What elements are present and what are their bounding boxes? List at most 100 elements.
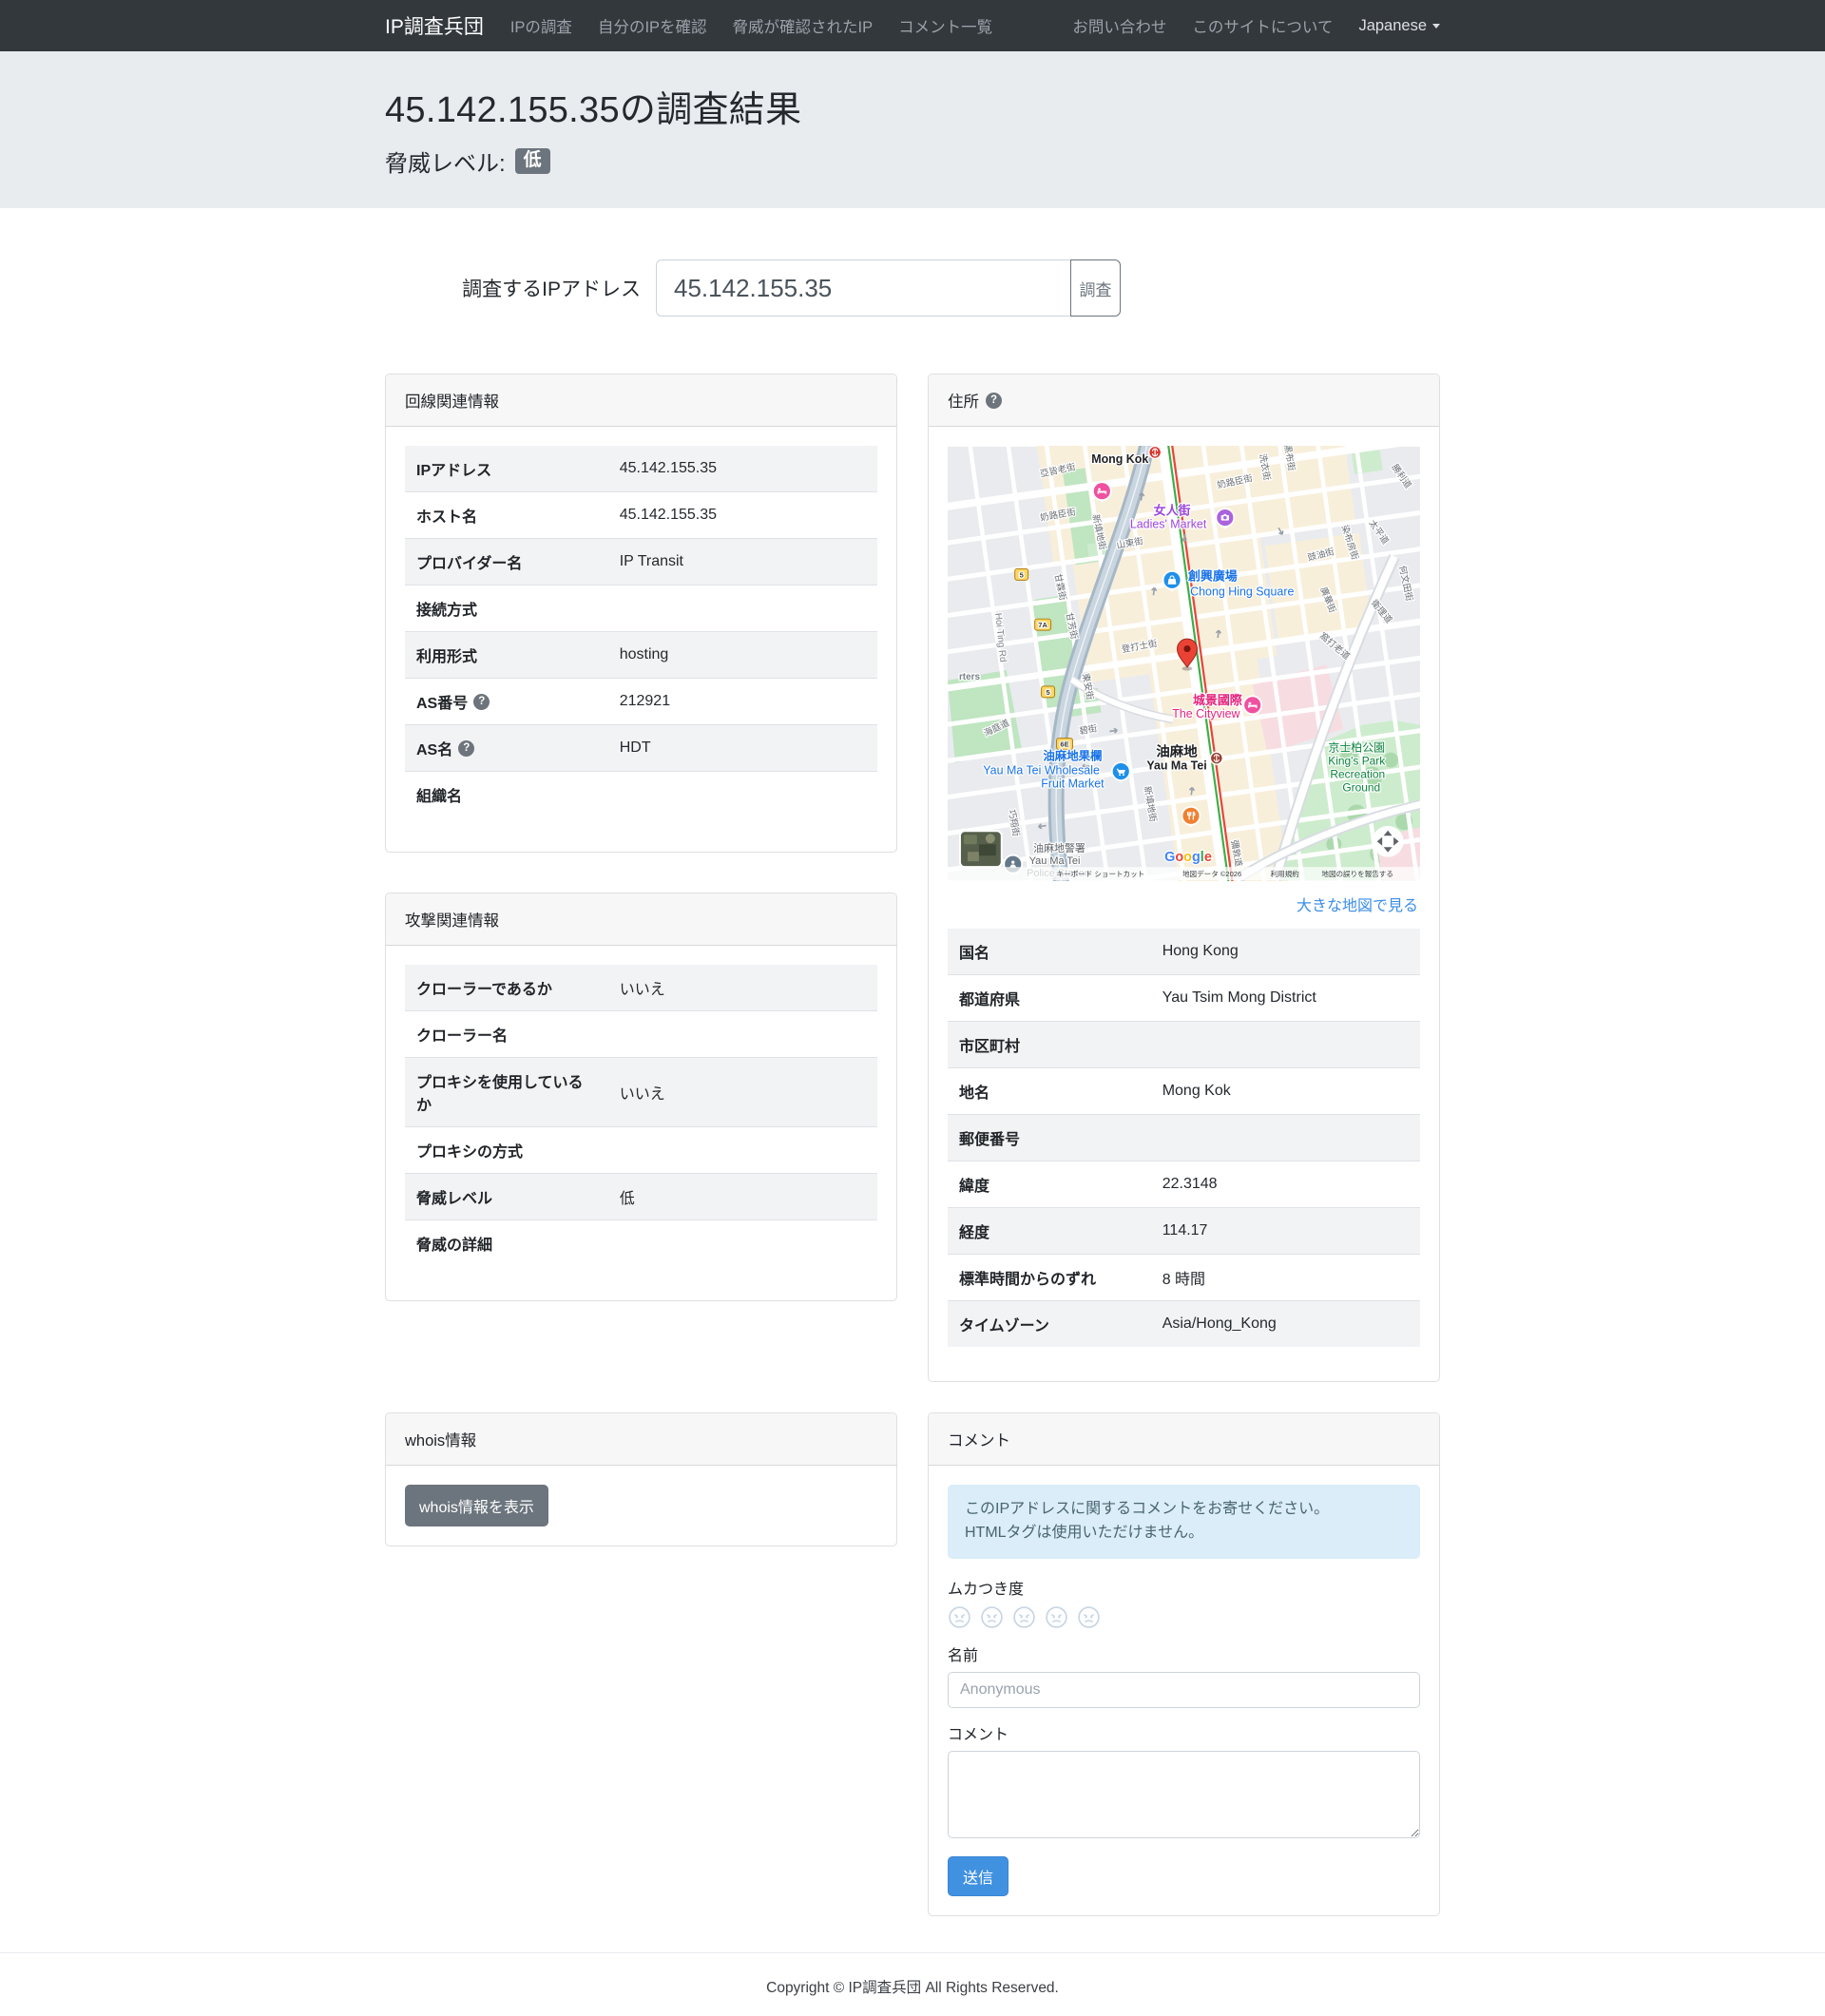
- show-whois-button[interactable]: whois情報を表示: [405, 1485, 548, 1526]
- satellite-toggle[interactable]: [960, 831, 1002, 867]
- help-icon[interactable]: ?: [473, 694, 490, 710]
- svg-text:創興廣場: 創興廣場: [1187, 568, 1238, 583]
- row-label: 脅威レベル: [405, 1174, 608, 1220]
- submit-button[interactable]: 送信: [948, 1856, 1009, 1896]
- row-value: いいえ: [608, 965, 877, 1011]
- svg-text:rters: rters: [959, 672, 981, 682]
- main-content: 調査するIPアドレス 調査 回線関連情報 IPアドレス45.142.155.35…: [371, 259, 1454, 1916]
- row-value: 45.142.155.35: [608, 446, 877, 492]
- nav-links-left: IPの調査 自分のIPを確認 脅威が確認されたIP コメント一覧: [510, 14, 992, 37]
- svg-text:5: 5: [1046, 688, 1049, 697]
- row-label: 経度: [948, 1208, 1151, 1255]
- right-column: 住所 ?: [928, 374, 1440, 1382]
- attack-info-card: 攻撃関連情報 クローラーであるかいいえ クローラー名 プロキシを使用しているかい…: [385, 893, 897, 1301]
- svg-text:The Cityview: The Cityview: [1172, 707, 1240, 720]
- navbar: IP調査兵団 IPの調査 自分のIPを確認 脅威が確認されたIP コメント一覧 …: [0, 0, 1825, 51]
- row-label: 地名: [948, 1068, 1151, 1115]
- line-info-header: 回線関連情報: [386, 374, 896, 427]
- table-row: クローラー名: [405, 1011, 877, 1058]
- nav-links-right: お問い合わせ このサイトについて Japanese: [1072, 14, 1440, 37]
- attack-info-table: クローラーであるかいいえ クローラー名 プロキシを使用しているかいいえ プロキシ…: [405, 965, 877, 1266]
- comment-info-alert: このIPアドレスに関するコメントをお寄せください。 HTMLタグは使用いただけま…: [948, 1485, 1420, 1559]
- help-icon[interactable]: ?: [458, 740, 474, 757]
- table-row: ホスト名45.142.155.35: [405, 492, 877, 539]
- nav-item-comment-list[interactable]: コメント一覧: [898, 14, 992, 37]
- ip-search-form: 調査するIPアドレス 調査: [385, 259, 1440, 317]
- attack-info-header: 攻撃関連情報: [386, 893, 896, 946]
- name-input[interactable]: [948, 1672, 1420, 1708]
- google-map[interactable]: 5 7A 5 6E 亞皆老街 奶路臣街: [948, 446, 1420, 881]
- terms-link[interactable]: 利用規約: [1271, 869, 1299, 878]
- anger-rating: [948, 1605, 1420, 1629]
- comment-textarea[interactable]: [948, 1751, 1420, 1838]
- row-label: 緯度: [948, 1162, 1151, 1208]
- row-label: 標準時間からのずれ: [948, 1255, 1151, 1301]
- table-row: AS名?HDT: [405, 725, 877, 772]
- row-label: AS名?: [405, 725, 608, 772]
- language-label: Japanese: [1358, 17, 1427, 34]
- map-data-label: 地図データ ©2026: [1182, 869, 1241, 878]
- nav-item-ip-inspect[interactable]: IPの調査: [510, 14, 572, 37]
- table-row: プロキシの方式: [405, 1127, 877, 1174]
- row-value: [1151, 1022, 1420, 1068]
- angry-face-icon[interactable]: [948, 1605, 971, 1629]
- alert-line-2: HTMLタグは使用いただけません。: [965, 1522, 1403, 1546]
- svg-text:油麻地: 油麻地: [1156, 743, 1198, 760]
- ip-search-label: 調査するIPアドレス: [385, 274, 656, 302]
- svg-text:6E: 6E: [1060, 740, 1068, 749]
- table-row: 組織名: [405, 772, 877, 818]
- help-icon[interactable]: ?: [986, 393, 1002, 409]
- row-label: 都道府県: [948, 975, 1151, 1022]
- angry-face-icon[interactable]: [1045, 1605, 1068, 1629]
- ip-search-input[interactable]: [656, 259, 1071, 317]
- nav-item-my-ip[interactable]: 自分のIPを確認: [598, 14, 707, 37]
- row-label: 郵便番号: [948, 1115, 1151, 1162]
- keyboard-shortcuts-link[interactable]: キーボード ショートカット: [1057, 870, 1145, 878]
- row-label: クローラーであるか: [405, 965, 608, 1011]
- mtr-mongkok-icon[interactable]: [1149, 446, 1162, 458]
- row-label: プロバイダー名: [405, 539, 608, 586]
- row-value: HDT: [608, 725, 877, 772]
- row-value: [1151, 1115, 1420, 1162]
- angry-face-icon[interactable]: [1077, 1605, 1101, 1629]
- line-info-table: IPアドレス45.142.155.35 ホスト名45.142.155.35 プロ…: [405, 446, 877, 817]
- comment-title: コメント: [948, 1428, 1010, 1450]
- svg-text:Mong Kok: Mong Kok: [1091, 452, 1148, 466]
- page-title: 45.142.155.35の調査結果: [385, 80, 1440, 132]
- result-header: 45.142.155.35の調査結果 脅威レベル: 低: [0, 51, 1825, 208]
- mtr-yaumatei-icon[interactable]: [1210, 752, 1222, 764]
- pan-control[interactable]: [1373, 826, 1404, 857]
- row-value: IP Transit: [608, 539, 877, 586]
- svg-text:King's Park: King's Park: [1328, 755, 1385, 768]
- nav-item-about[interactable]: このサイトについて: [1192, 14, 1333, 37]
- angry-face-icon[interactable]: [1012, 1605, 1036, 1629]
- ip-search-button[interactable]: 調査: [1070, 259, 1121, 317]
- svg-text:5: 5: [1020, 570, 1024, 579]
- row-value: Asia/Hong_Kong: [1151, 1301, 1420, 1348]
- comment-header: コメント: [929, 1413, 1439, 1466]
- report-error-link[interactable]: 地図の誤りを報告する: [1321, 869, 1393, 878]
- line-info-title: 回線関連情報: [405, 389, 499, 412]
- svg-text:油麻地果欄: 油麻地果欄: [1043, 749, 1102, 763]
- angry-face-icon[interactable]: [980, 1605, 1004, 1629]
- row-value: [608, 586, 877, 632]
- site-brand[interactable]: IP調査兵団: [385, 11, 484, 40]
- row-label: タイムゾーン: [948, 1301, 1151, 1348]
- row-label: 市区町村: [948, 1022, 1151, 1068]
- svg-text:油麻地警署: 油麻地警署: [1033, 841, 1085, 854]
- nav-item-contact[interactable]: お問い合わせ: [1072, 14, 1166, 37]
- table-row: 国名Hong Kong: [948, 929, 1420, 975]
- nav-item-threat-ips[interactable]: 脅威が確認されたIP: [733, 14, 874, 37]
- attack-info-title: 攻撃関連情報: [405, 908, 499, 931]
- row-value: 114.17: [1151, 1208, 1420, 1255]
- row-value: 45.142.155.35: [608, 492, 877, 539]
- table-row: 市区町村: [948, 1022, 1420, 1068]
- address-title: 住所: [948, 389, 979, 412]
- view-larger-map-link[interactable]: 大きな地図で見る: [1297, 898, 1418, 914]
- table-row: プロキシを使用しているかいいえ: [405, 1058, 877, 1127]
- svg-text:Yau Ma Tei Wholesale: Yau Ma Tei Wholesale: [983, 764, 1100, 778]
- language-dropdown[interactable]: Japanese: [1358, 17, 1440, 35]
- copyright-text: Copyright © IP調査兵団 All Rights Reserved.: [0, 1976, 1825, 1997]
- row-label: プロキシの方式: [405, 1127, 608, 1174]
- table-row: プロバイダー名IP Transit: [405, 539, 877, 586]
